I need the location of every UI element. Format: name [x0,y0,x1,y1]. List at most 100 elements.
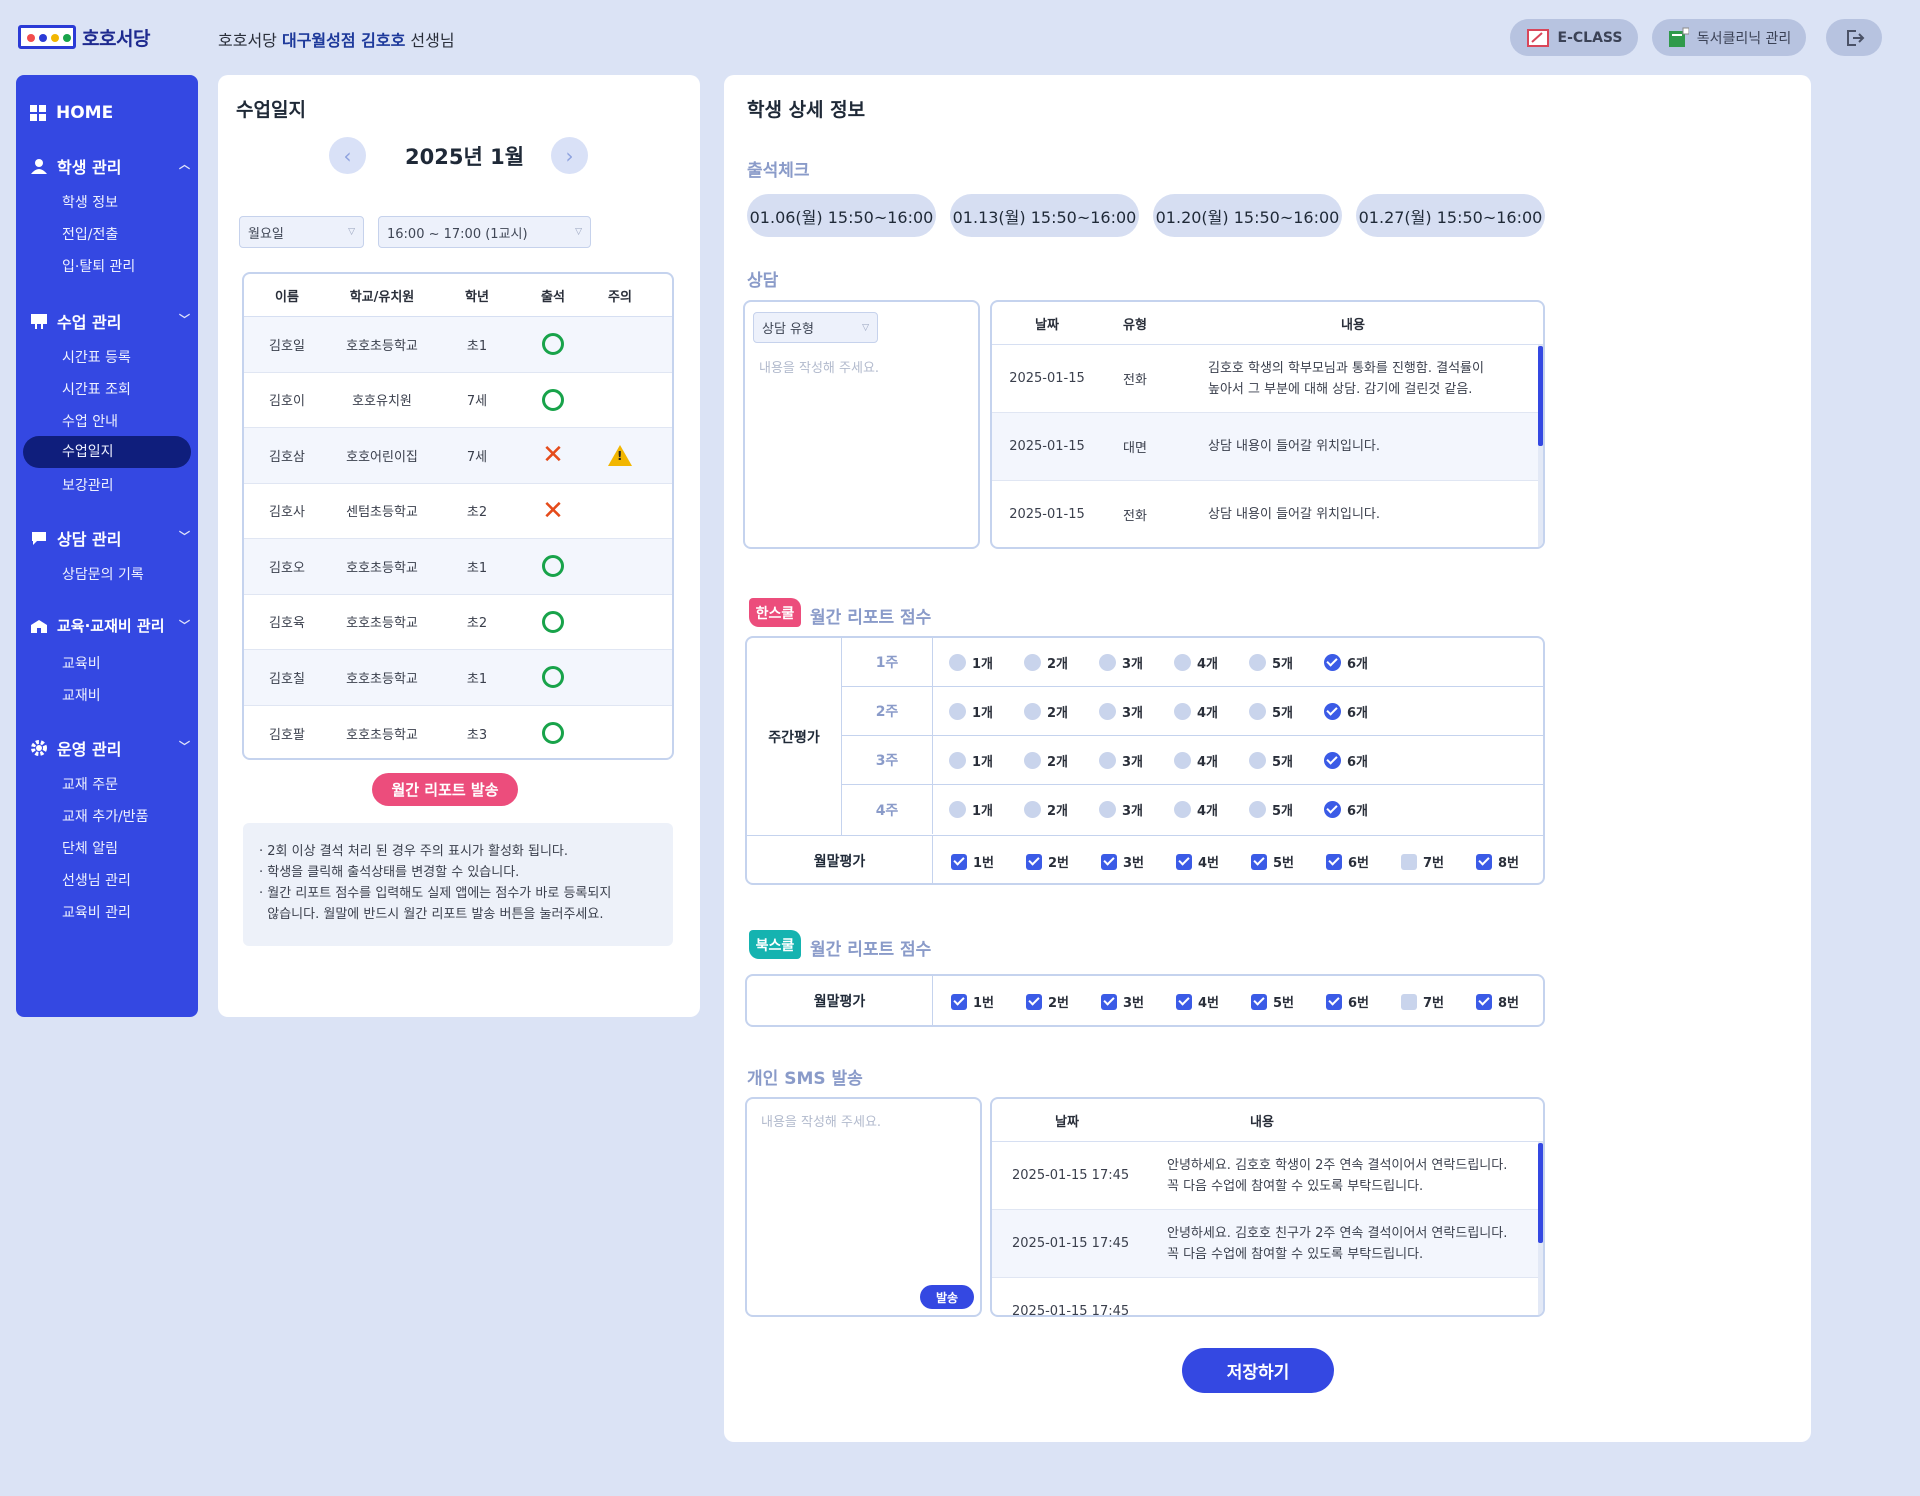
table-row[interactable]: 김호팔 호호초등학교 초3 [244,706,672,759]
day-select[interactable]: 월요일 ▽ [239,216,364,248]
attendance-status[interactable]: ✕ [520,484,586,539]
sidebar-home[interactable]: HOME [30,103,113,123]
next-month-button[interactable]: › [551,137,588,174]
week-score-radio[interactable]: 6개 [1324,653,1368,672]
prev-month-button[interactable]: ‹ [329,137,366,174]
week-score-radio[interactable]: 2개 [1024,653,1068,672]
week-score-radio[interactable]: 2개 [1024,800,1068,819]
sidebar-section-operations[interactable]: 운영 관리 ﹀ [30,736,190,760]
monthly-score-checkbox[interactable]: 5번 [1251,852,1294,871]
table-row[interactable]: 김호이 호호유치원 7세 [244,373,672,428]
sidebar-item-transfer[interactable]: 전입/전출 [62,224,118,244]
sidebar-item-material-order[interactable]: 교재 주문 [62,774,118,794]
table-row[interactable]: 김호칠 호호초등학교 초1 [244,650,672,706]
table-row[interactable]: 2025-01-15 17:45 안녕하세요. 김호호 학생이 2주 연속 결석이… [992,1142,1543,1210]
sidebar-item-tuition-manage[interactable]: 교육비 관리 [62,902,131,922]
week-score-radio[interactable]: 2개 [1024,702,1068,721]
sidebar-item-material-return[interactable]: 교재 추가/반품 [62,806,148,826]
sidebar-item-tuition[interactable]: 교육비 [62,653,101,673]
attendance-date-pill[interactable]: 01.06(월) 15:50~16:00 [747,194,936,237]
sidebar-item-material-fee[interactable]: 교재비 [62,685,101,705]
table-row[interactable]: 2025-01-15 전화 김호호 학생의 학부모님과 통화를 진행함. 결석률이 높… [992,345,1543,413]
attendance-date-pill[interactable]: 01.27(월) 15:50~16:00 [1356,194,1545,237]
attendance-status[interactable] [520,706,586,759]
brand-logo[interactable]: 호호서당 [18,22,150,52]
counsel-type-select[interactable]: 상담 유형 ▽ [753,312,878,343]
monthly-score-checkbox[interactable]: 1번 [951,992,994,1011]
time-select[interactable]: 16:00 ~ 17:00 (1교시) ▽ [378,216,591,248]
monthly-score-checkbox[interactable]: 6번 [1326,852,1369,871]
sidebar-item-counsel-record[interactable]: 상담문의 기록 [62,564,144,584]
counsel-input-box[interactable]: 상담 유형 ▽ 내용을 작성해 주세요. [743,300,980,549]
attendance-status[interactable] [520,317,586,372]
table-row[interactable]: 2025-01-15 17:45 안녕하세요. 김호호 친구가 2주 연속 결석이… [992,1210,1543,1278]
week-score-radio[interactable]: 4개 [1174,653,1218,672]
week-score-radio[interactable]: 6개 [1324,702,1368,721]
sidebar-item-group-notice[interactable]: 단체 알림 [62,838,118,858]
attendance-status[interactable] [520,595,586,650]
week-score-radio[interactable]: 1개 [949,653,993,672]
monthly-score-checkbox[interactable]: 2번 [1026,992,1069,1011]
week-score-radio[interactable]: 5개 [1249,751,1293,770]
week-score-radio[interactable]: 2개 [1024,751,1068,770]
week-score-radio[interactable]: 5개 [1249,702,1293,721]
sidebar-item-makeup[interactable]: 보강관리 [62,475,114,495]
monthly-score-checkbox[interactable]: 4번 [1176,852,1219,871]
sidebar-item-class-guide[interactable]: 수업 안내 [62,411,118,431]
logout-button[interactable] [1826,19,1882,56]
week-score-radio[interactable]: 4개 [1174,751,1218,770]
table-row[interactable]: 2025-01-15 전화 상담 내용이 들어갈 위치입니다. [992,481,1543,547]
monthly-score-checkbox[interactable]: 7번 [1401,852,1444,871]
week-score-radio[interactable]: 1개 [949,702,993,721]
table-row[interactable]: 김호육 호호초등학교 초2 [244,595,672,650]
table-row[interactable]: 김호일 호호초등학교 초1 [244,317,672,373]
week-score-radio[interactable]: 6개 [1324,751,1368,770]
save-button[interactable]: 저장하기 [1182,1348,1334,1393]
table-row[interactable]: 2025-01-15 17:45 [992,1278,1543,1315]
table-row[interactable]: 김호오 호호초등학교 초1 [244,539,672,595]
sidebar-section-students[interactable]: 학생 관리 ︿ [30,154,190,178]
week-score-radio[interactable]: 3개 [1099,751,1143,770]
week-score-radio[interactable]: 4개 [1174,800,1218,819]
sidebar-section-classes[interactable]: 수업 관리 ﹀ [30,309,190,333]
monthly-score-checkbox[interactable]: 6번 [1326,992,1369,1011]
monthly-score-checkbox[interactable]: 8번 [1476,992,1519,1011]
sms-send-button[interactable]: 발송 [920,1285,974,1309]
sidebar-item-enroll[interactable]: 입·탈퇴 관리 [62,256,135,276]
attendance-status[interactable] [520,539,586,594]
monthly-score-checkbox[interactable]: 5번 [1251,992,1294,1011]
week-score-radio[interactable]: 6개 [1324,800,1368,819]
table-row[interactable]: 김호삼 호호어린이집 7세 ✕! [244,428,672,484]
monthly-report-send-button[interactable]: 월간 리포트 발송 [372,773,518,806]
table-row[interactable]: 김호사 센텀초등학교 초2 ✕ [244,484,672,539]
monthly-score-checkbox[interactable]: 2번 [1026,852,1069,871]
attendance-date-pill[interactable]: 01.20(월) 15:50~16:00 [1153,194,1342,237]
monthly-score-checkbox[interactable]: 8번 [1476,852,1519,871]
sidebar-item-teacher-manage[interactable]: 선생님 관리 [62,870,131,890]
table-row[interactable]: 2025-01-15 대면 상담 내용이 들어갈 위치입니다. [992,413,1543,481]
week-score-radio[interactable]: 5개 [1249,653,1293,672]
monthly-score-checkbox[interactable]: 4번 [1176,992,1219,1011]
week-score-radio[interactable]: 1개 [949,800,993,819]
reading-clinic-button[interactable]: 독서클리닉 관리 [1652,19,1806,56]
scrollbar-thumb[interactable] [1538,346,1543,446]
sidebar-item-timetable-register[interactable]: 시간표 등록 [62,347,131,367]
week-score-radio[interactable]: 3개 [1099,702,1143,721]
week-score-radio[interactable]: 1개 [949,751,993,770]
sidebar-section-fees[interactable]: 교육·교재비 관리 ﹀ [30,615,190,636]
week-score-radio[interactable]: 4개 [1174,702,1218,721]
monthly-score-checkbox[interactable]: 3번 [1101,852,1144,871]
sidebar-item-student-info[interactable]: 학생 정보 [62,192,118,212]
eclass-button[interactable]: E-CLASS [1510,19,1638,56]
sidebar-item-timetable-view[interactable]: 시간표 조회 [62,379,131,399]
attendance-date-pill[interactable]: 01.13(월) 15:50~16:00 [950,194,1139,237]
sidebar-section-counsel[interactable]: 상담 관리 ﹀ [30,526,190,550]
scrollbar-thumb[interactable] [1538,1143,1543,1243]
monthly-score-checkbox[interactable]: 3번 [1101,992,1144,1011]
week-score-radio[interactable]: 3개 [1099,800,1143,819]
sidebar-item-class-journal[interactable]: 수업일지 [23,436,191,468]
attendance-status[interactable]: ✕ [520,428,586,483]
monthly-score-checkbox[interactable]: 7번 [1401,992,1444,1011]
monthly-score-checkbox[interactable]: 1번 [951,852,994,871]
sms-input-box[interactable]: 내용을 작성해 주세요. 발송 [745,1097,982,1317]
